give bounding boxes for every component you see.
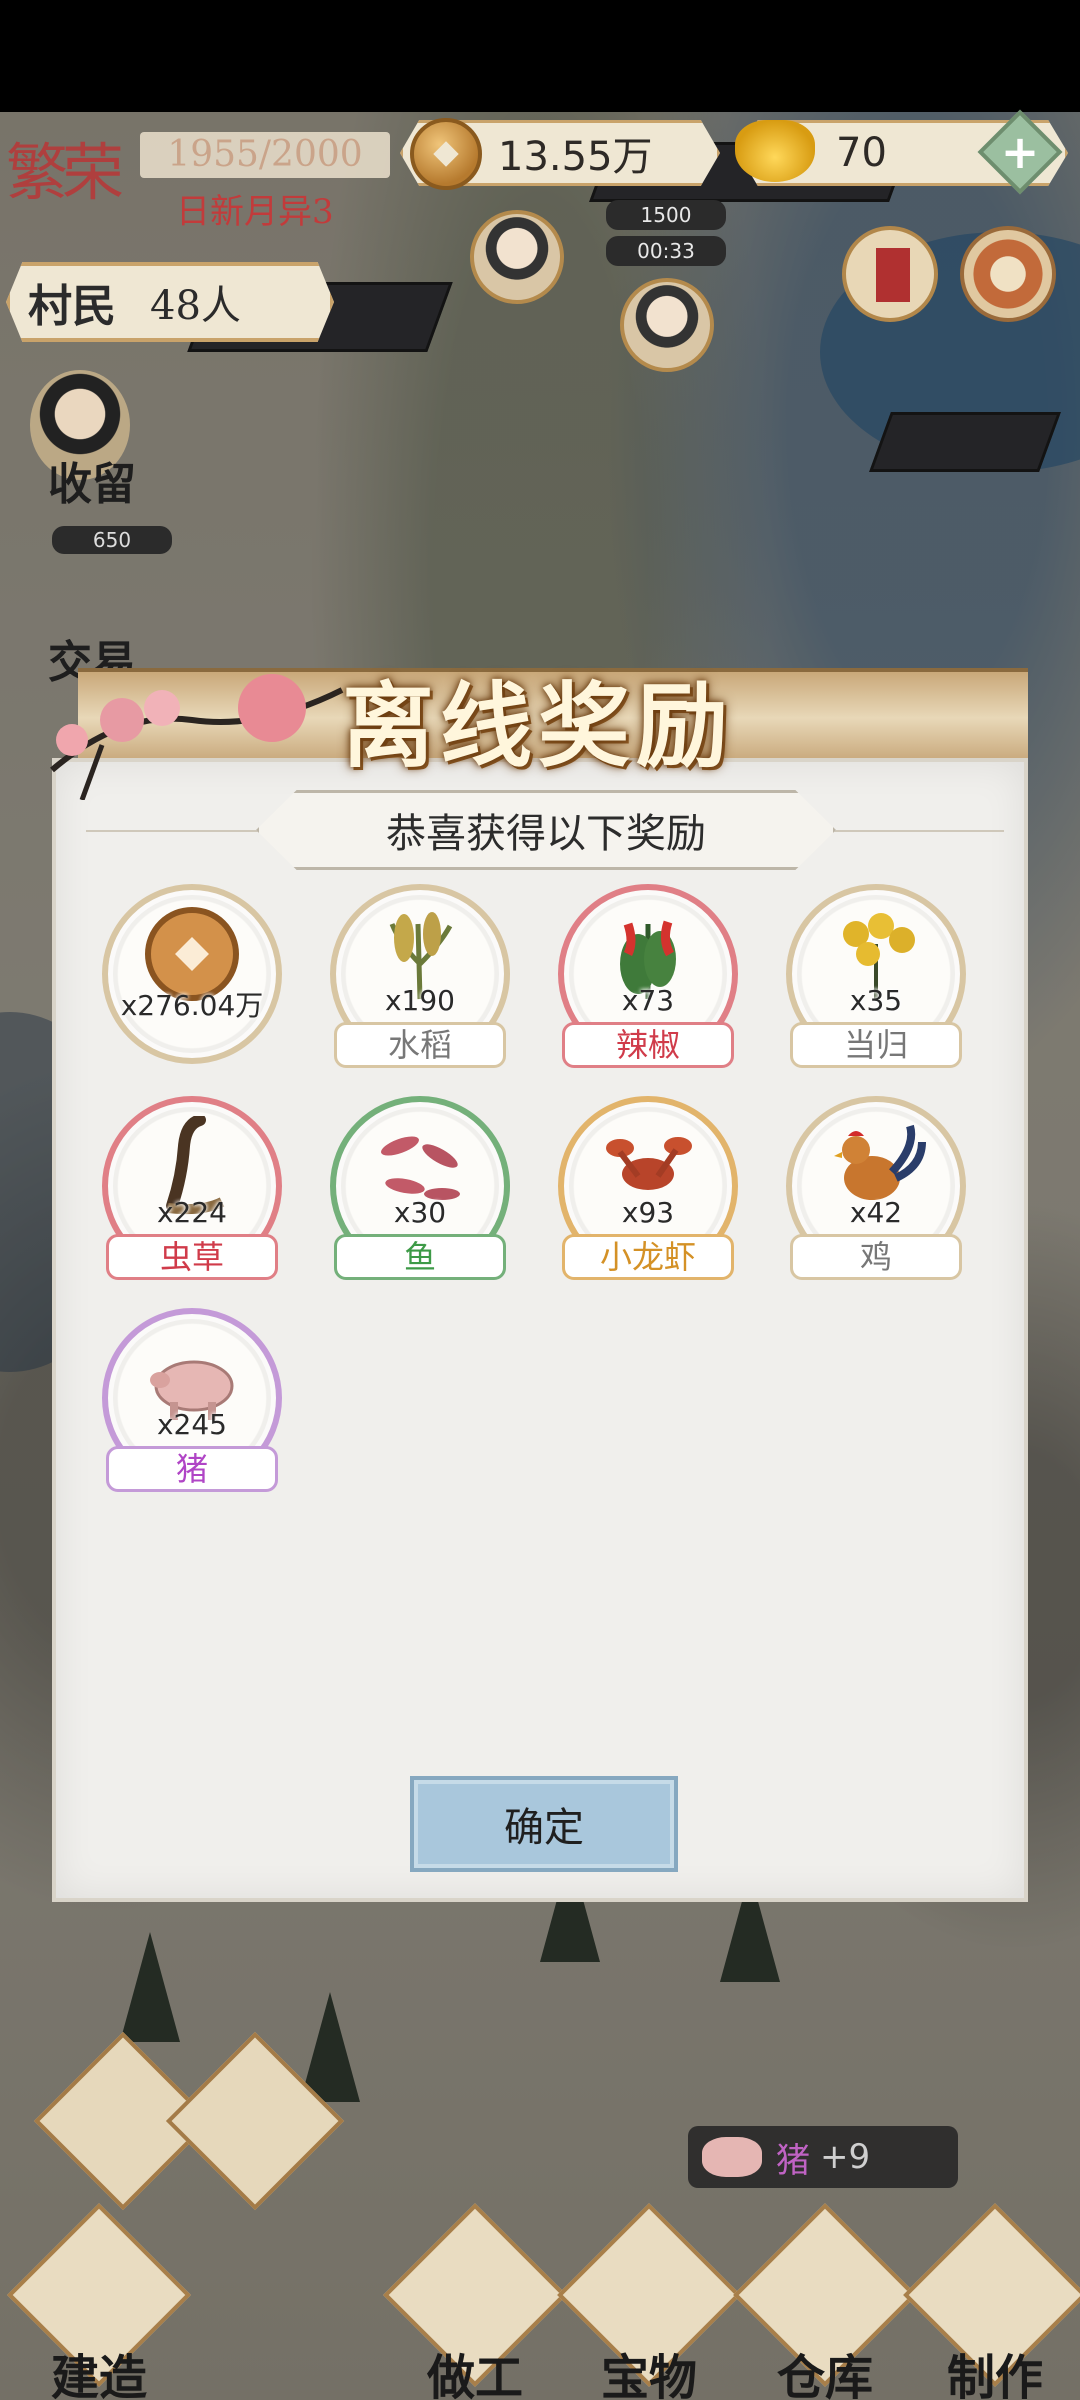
reward-quantity: x73 (621, 984, 675, 1017)
reward-item: x93 小龙虾 (558, 1096, 738, 1286)
reward-quantity: x30 (393, 1196, 447, 1229)
reward-quantity: x93 (621, 1196, 675, 1229)
toast-item-amount: +9 (820, 2137, 871, 2177)
build-label: 建造 (50, 2350, 147, 2400)
dialog-subtitle: 恭喜获得以下奖励 (256, 790, 836, 870)
prosperity-meter[interactable]: 繁荣 1955/2000 日新月异3 (0, 118, 400, 236)
prosperity-label: 繁荣 (6, 136, 124, 209)
reward-item: x42 鸡 (786, 1096, 966, 1286)
confirm-button[interactable]: 确定 (410, 1776, 678, 1872)
reward-name: 当归 (790, 1022, 962, 1068)
toast-item-name: 猪 (776, 2140, 810, 2181)
reward-quantity: x190 (384, 984, 455, 1017)
reward-quantity: x42 (849, 1196, 903, 1229)
npc-avatar[interactable] (620, 278, 714, 372)
treasure-label: 宝物 (600, 2350, 697, 2400)
reward-name: 虫草 (106, 1234, 278, 1280)
offline-reward-dialog: 离线奖励 恭喜获得以下奖励 x276.04万 x190 水稻 x73 辣椒 x35 当归 x2… (50, 640, 1028, 1902)
craft-label: 制作 (946, 2350, 1043, 2400)
work-button[interactable]: 做工 (383, 2203, 567, 2400)
reward-item: x190 水稻 (330, 884, 510, 1074)
npc-timer: 00:33 (606, 236, 726, 266)
reward-item: x245 猪 (102, 1308, 282, 1498)
npc-avatar[interactable] (470, 210, 564, 304)
ingot-value: 70 (836, 130, 887, 176)
shelter-price-tag: 650 (52, 526, 172, 554)
reward-quantity: x35 (849, 984, 903, 1017)
gold-ingot-icon (735, 120, 815, 182)
reward-quantity: x245 (156, 1408, 227, 1441)
villagers-count: 48人 (150, 283, 241, 329)
subtitle-text: 恭喜获得以下奖励 (386, 811, 706, 857)
npc-price-tag: 1500 (606, 200, 726, 230)
coin-value: 13.55万 (498, 134, 653, 180)
reward-name: 鸡 (790, 1234, 962, 1280)
reward-quantity: x224 (156, 1196, 227, 1229)
reward-quantity: x276.04万 (120, 989, 264, 1022)
reward-name: 猪 (106, 1446, 278, 1492)
reward-item: x73 辣椒 (558, 884, 738, 1074)
reward-item: x35 当归 (786, 884, 966, 1074)
warehouse-button[interactable]: 仓库 (733, 2203, 917, 2400)
plus-icon: + (1000, 125, 1040, 179)
shelter-button[interactable]: 收留 (48, 448, 136, 512)
pig-icon (702, 2137, 762, 2177)
reward-item: x30 鱼 (330, 1096, 510, 1286)
dialog-title: 离线奖励 (342, 672, 735, 780)
letter-icon[interactable] (842, 226, 938, 322)
reward-name: 辣椒 (562, 1022, 734, 1068)
reward-item: x224 虫草 (102, 1096, 282, 1286)
prosperity-value: 1955/2000 (140, 132, 390, 178)
reward-item: x276.04万 (102, 884, 282, 1074)
status-bar (0, 0, 1080, 112)
dialog-body: 恭喜获得以下奖励 x276.04万 x190 水稻 x73 辣椒 x35 当归 x224 虫草 x… (52, 758, 1028, 1902)
prosperity-rank: 日新月异3 (176, 192, 334, 232)
copper-coin-icon (410, 118, 482, 190)
harvest-toast: 猪 +9 (688, 2126, 958, 2188)
settings-gear-icon[interactable] (960, 226, 1056, 322)
craft-button[interactable]: 制作 (903, 2203, 1080, 2400)
reward-name: 小龙虾 (562, 1234, 734, 1280)
build-button[interactable]: 建造 (7, 2203, 191, 2400)
villagers-counter[interactable]: 村民 48人 (6, 262, 334, 342)
treasure-button[interactable]: 宝物 (557, 2203, 741, 2400)
work-label: 做工 (426, 2350, 523, 2400)
warehouse-label: 仓库 (776, 2350, 873, 2400)
reward-name: 水稻 (334, 1022, 506, 1068)
plum-blossom-icon (50, 674, 344, 800)
villagers-label: 村民 (28, 281, 116, 332)
reward-name: 鱼 (334, 1234, 506, 1280)
